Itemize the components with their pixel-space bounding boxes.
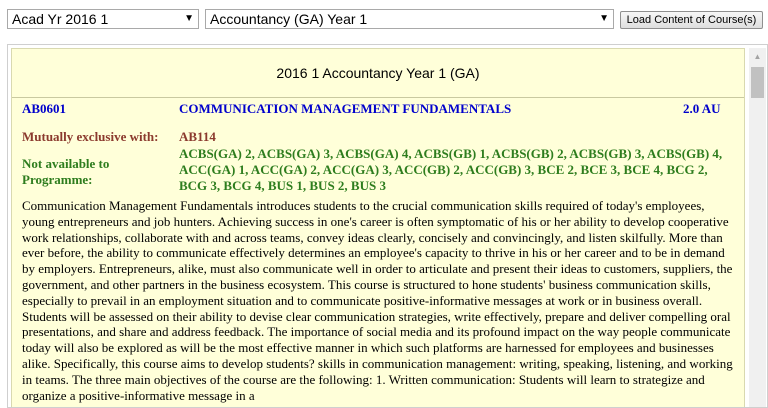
chevron-down-icon: ▼ bbox=[184, 13, 194, 24]
course-description: Communication Management Fundamentals in… bbox=[22, 198, 733, 403]
academic-year-select[interactable]: Acad Yr 2016 1 ▼ bbox=[7, 9, 199, 29]
programme-value: Accountancy (GA) Year 1 bbox=[210, 11, 368, 27]
not-available-programmes: ACBS(GA) 2, ACBS(GA) 3, ACBS(GA) 4, ACBS… bbox=[179, 146, 723, 193]
page-title: 2016 1 Accountancy Year 1 (GA) bbox=[12, 49, 744, 98]
programme-select[interactable]: Accountancy (GA) Year 1 ▼ bbox=[205, 9, 614, 29]
load-content-button[interactable]: Load Content of Course(s) bbox=[620, 11, 763, 29]
course-panel: 2016 1 Accountancy Year 1 (GA) AB0601 CO… bbox=[11, 48, 745, 407]
vertical-scrollbar[interactable]: ▲ bbox=[749, 48, 766, 407]
chevron-down-icon: ▼ bbox=[599, 13, 609, 24]
not-available-label: Not available to Programme: bbox=[22, 156, 110, 187]
course-content-frame: 2016 1 Accountancy Year 1 (GA) AB0601 CO… bbox=[7, 44, 768, 408]
academic-year-value: Acad Yr 2016 1 bbox=[12, 11, 109, 27]
mutually-exclusive-label: Mutually exclusive with: bbox=[22, 129, 159, 144]
course-au: 2.0 AU bbox=[683, 101, 721, 116]
course-name: COMMUNICATION MANAGEMENT FUNDAMENTALS bbox=[179, 101, 512, 116]
mutually-exclusive-value: AB114 bbox=[179, 129, 216, 144]
scroll-up-arrow-icon[interactable]: ▲ bbox=[749, 48, 766, 65]
scrollbar-thumb[interactable] bbox=[751, 67, 764, 98]
course-code: AB0601 bbox=[22, 101, 67, 116]
